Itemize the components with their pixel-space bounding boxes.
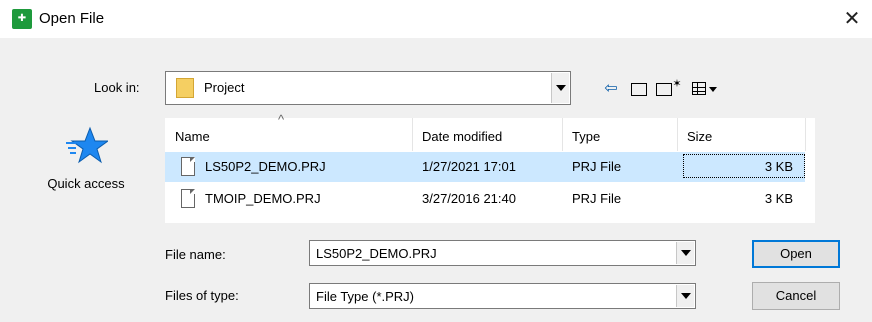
file-name-cell: LS50P2_DEMO.PRJ [205,159,326,174]
column-divider[interactable] [412,118,413,151]
file-size-cell: 3 KB [764,159,793,174]
column-header-date-modified[interactable]: Date modified [422,126,502,148]
column-header-type[interactable]: Type [572,126,600,148]
file-icon [181,189,195,208]
look-in-combobox[interactable]: Project [165,71,571,105]
look-in-dropdown-arrow[interactable] [551,73,569,103]
file-name-value[interactable]: LS50P2_DEMO.PRJ [316,246,437,261]
sort-ascending-icon: ^ [278,112,285,127]
new-folder-icon[interactable]: ✶ [656,78,682,102]
column-header-size[interactable]: Size [687,126,712,148]
file-type-cell: PRJ File [572,191,622,206]
column-divider[interactable] [677,118,678,151]
file-type-dropdown-arrow[interactable] [676,285,694,307]
file-name-label: File name: [165,247,226,262]
file-list[interactable]: ^ Name Date modified Type Size LS50P2_DE… [165,112,815,223]
file-row[interactable]: TMOIP_DEMO.PRJ 3/27/2016 21:40 PRJ File … [165,184,805,214]
quick-access-item[interactable]: Quick access [22,118,150,208]
file-type-value: File Type (*.PRJ) [316,289,415,304]
file-name-dropdown-arrow[interactable] [676,242,694,264]
file-date-cell: 3/27/2016 21:40 [422,191,516,206]
back-arrow-icon[interactable]: ⇦ [600,78,622,102]
look-in-label: Look in: [94,80,140,95]
file-type-select[interactable]: File Type (*.PRJ) [309,283,696,309]
look-in-value: Project [204,80,245,95]
file-row[interactable]: LS50P2_DEMO.PRJ 1/27/2021 17:01 PRJ File… [165,152,805,182]
folder-icon [176,78,194,98]
file-icon [181,157,195,176]
file-name-cell: TMOIP_DEMO.PRJ [205,191,321,206]
title-bar: ✚ Open File ✕ [0,0,872,38]
file-type-cell: PRJ File [572,159,622,174]
column-header-name[interactable]: Name [175,126,210,148]
star-icon [66,126,108,164]
file-date-cell: 1/27/2021 17:01 [422,159,516,174]
app-logo-icon: ✚ [12,9,32,29]
open-button[interactable]: Open [752,240,840,268]
file-size-cell: 3 KB [764,191,793,206]
quick-access-label: Quick access [47,176,125,191]
file-name-input[interactable]: LS50P2_DEMO.PRJ [309,240,696,266]
column-divider[interactable] [805,118,806,151]
view-menu-icon[interactable] [686,78,722,102]
column-divider[interactable] [562,118,563,151]
window-title: Open File [39,10,105,27]
folder-up-icon[interactable] [628,78,650,102]
new-folder-sparkle: ✶ [672,78,682,90]
close-button[interactable]: ✕ [832,0,872,38]
file-type-label: Files of type: [165,288,239,303]
cancel-button[interactable]: Cancel [752,282,840,310]
